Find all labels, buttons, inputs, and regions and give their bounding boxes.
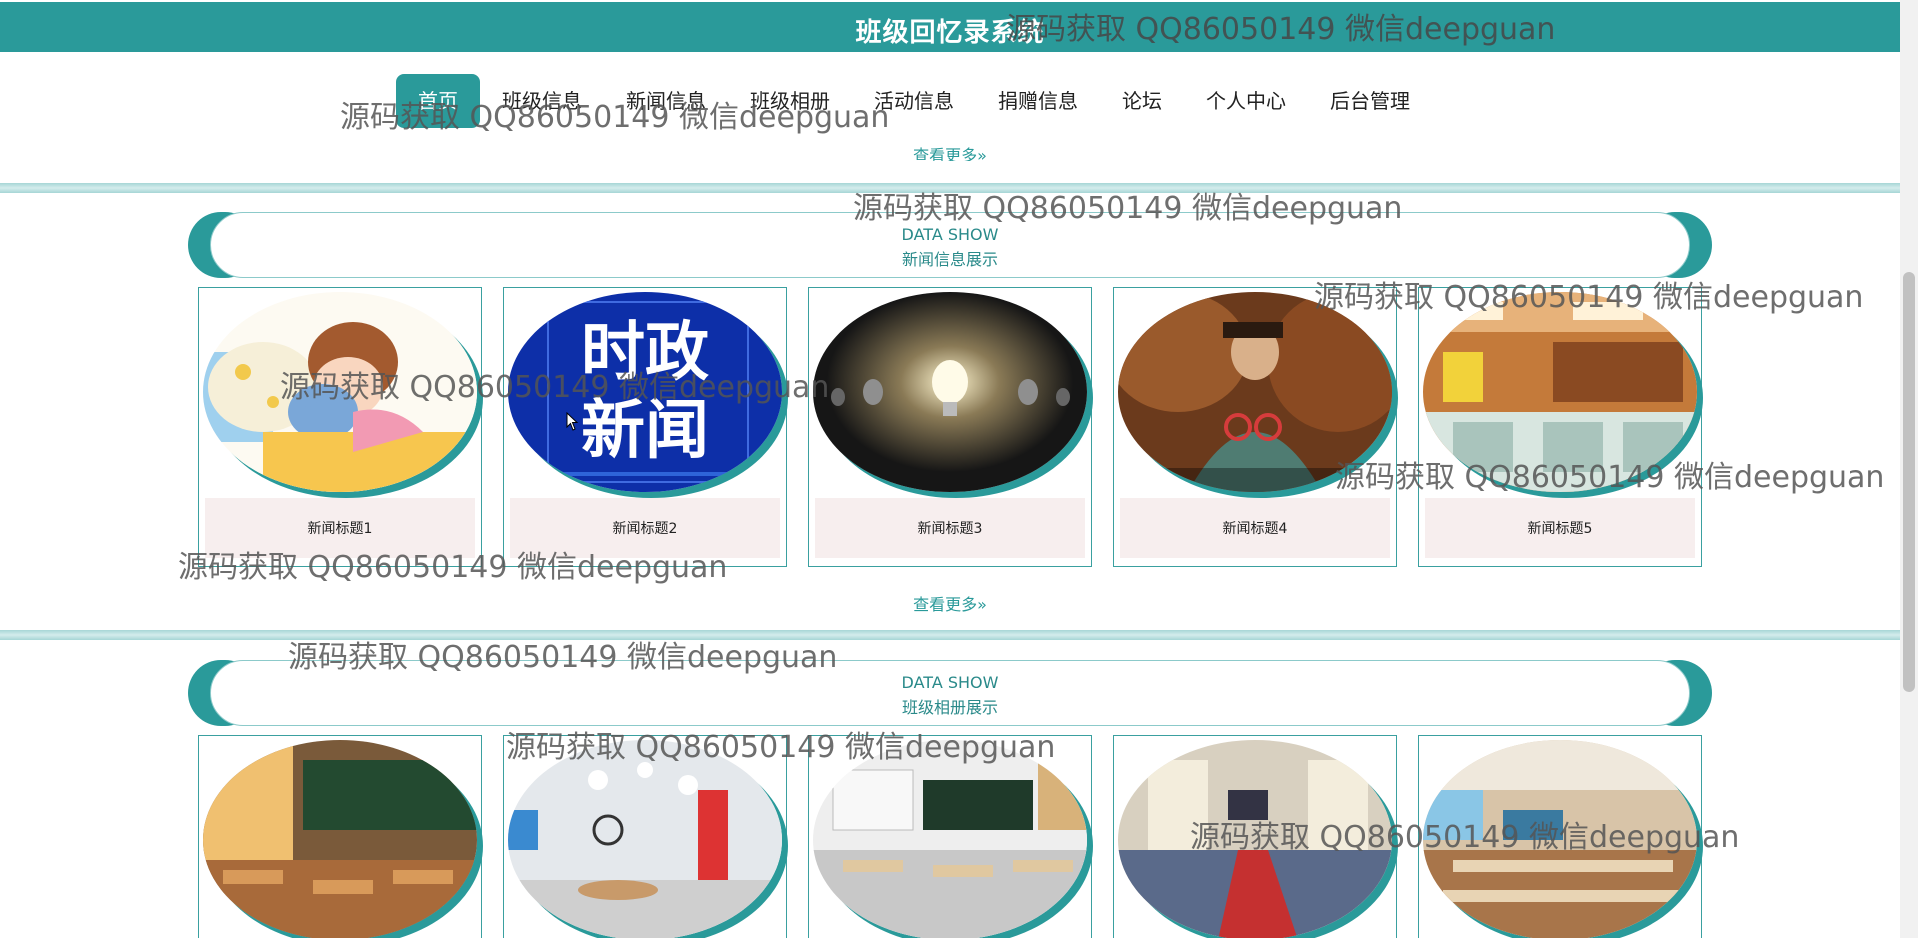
news-title: 新闻标题3 (815, 498, 1085, 558)
news-section-banner: DATA SHOW 新闻信息展示 (188, 212, 1712, 278)
news-title: 新闻标题4 (1120, 498, 1390, 558)
nav-news[interactable]: 新闻信息 (604, 74, 728, 128)
top-header-bar: 班级回忆录系统 (0, 2, 1900, 52)
section-label-zh: 班级相册展示 (901, 698, 998, 717)
news-card[interactable]: 新闻标题5 (1418, 287, 1702, 567)
news-image-cartoon-girl (203, 292, 477, 492)
page-scrollbar[interactable] (1900, 0, 1918, 938)
nav-home[interactable]: 首页 (396, 74, 480, 128)
news-card-list: 新闻标题1 时政 新闻 新闻标题2 新闻标题3 新闻标题4 新闻标题5 (198, 287, 1702, 567)
news-card[interactable]: 新闻标题1 (198, 287, 482, 567)
section-divider (0, 630, 1900, 640)
album-image-modern-classroom (508, 740, 782, 938)
section-label-en: DATA SHOW (901, 225, 999, 244)
album-image-anime-classroom (203, 740, 477, 938)
page: 班级回忆录系统 首页 班级信息 新闻信息 班级相册 活动信息 捐赠信息 论坛 个… (0, 0, 1900, 938)
double-chevron-icon: » (977, 146, 987, 161)
news-title: 新闻标题1 (205, 498, 475, 558)
scrollbar-thumb[interactable] (1903, 272, 1915, 692)
nav-album[interactable]: 班级相册 (728, 74, 852, 128)
news-image-movie-still (1118, 292, 1392, 492)
news-image-light-bulbs (813, 292, 1087, 492)
album-card-list (198, 735, 1702, 938)
mouse-cursor-icon (566, 411, 580, 436)
nav-forum[interactable]: 论坛 (1100, 74, 1184, 128)
album-card[interactable] (1113, 735, 1397, 938)
album-card[interactable] (1418, 735, 1702, 938)
news-image-politics-news: 时政 新闻 (508, 292, 782, 492)
news-card[interactable]: 新闻标题4 (1113, 287, 1397, 567)
news-card[interactable]: 新闻标题3 (808, 287, 1092, 567)
section-label-zh: 新闻信息展示 (901, 250, 998, 269)
news-image-restaurant (1423, 292, 1697, 492)
news-title: 新闻标题2 (510, 498, 780, 558)
site-title: 班级回忆录系统 (855, 18, 1045, 48)
view-more-link-news[interactable]: 查看更多» (0, 591, 1900, 615)
nav-donations[interactable]: 捐赠信息 (976, 74, 1100, 128)
album-image-lecture-hall (1423, 740, 1697, 938)
news-card[interactable]: 时政 新闻 新闻标题2 (503, 287, 787, 567)
nav-activities[interactable]: 活动信息 (852, 74, 976, 128)
nav-admin[interactable]: 后台管理 (1308, 74, 1432, 128)
nav-class-info[interactable]: 班级信息 (480, 74, 604, 128)
album-card[interactable] (808, 735, 1092, 938)
section-divider (0, 183, 1900, 193)
double-chevron-icon: » (977, 595, 987, 614)
section-label-en: DATA SHOW (901, 673, 999, 692)
news-title: 新闻标题5 (1425, 498, 1695, 558)
album-card[interactable] (198, 735, 482, 938)
album-section-banner: DATA SHOW 班级相册展示 (188, 660, 1712, 726)
view-more-link-previous[interactable]: 查看更多» (0, 143, 1900, 161)
overlay-text-line2: 新闻 (581, 394, 709, 468)
overlay-text-line1: 时政 (581, 316, 709, 390)
main-nav: 首页 班级信息 新闻信息 班级相册 活动信息 捐赠信息 论坛 个人中心 后台管理 (396, 74, 1432, 128)
album-image-meeting-room (1118, 740, 1392, 938)
album-card[interactable] (503, 735, 787, 938)
nav-personal-center[interactable]: 个人中心 (1184, 74, 1308, 128)
album-image-blackboard-classroom (813, 740, 1087, 938)
